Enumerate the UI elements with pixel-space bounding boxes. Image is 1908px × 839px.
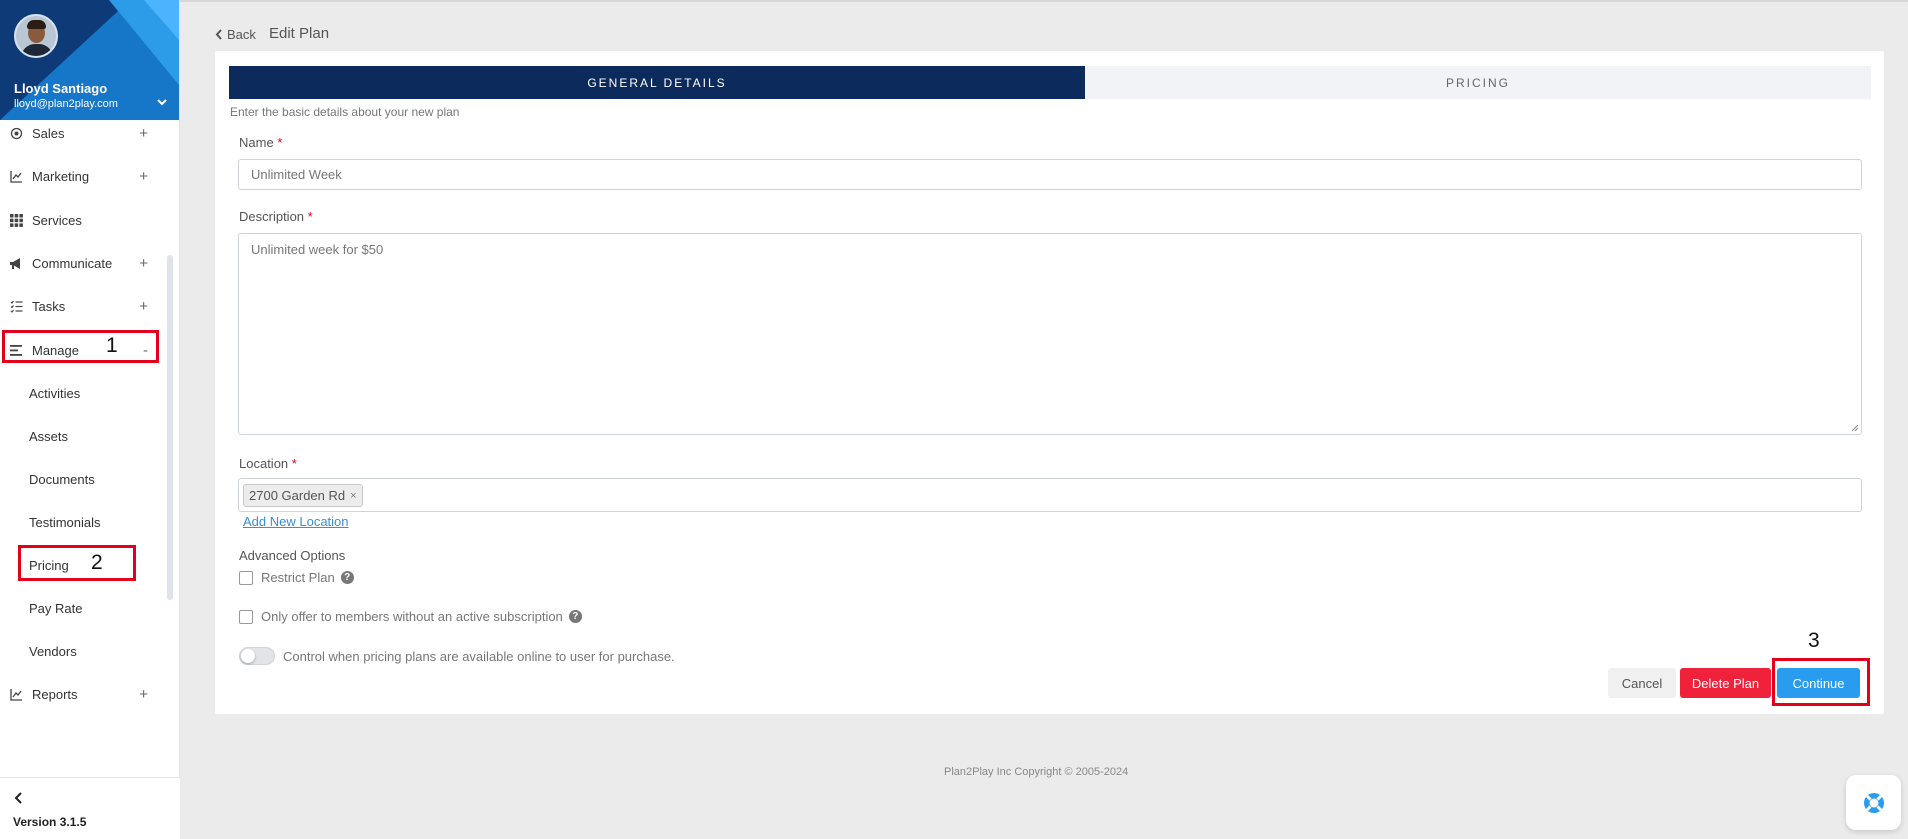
only-offer-row: Only offer to members without an active … xyxy=(239,609,582,624)
control-availability-row: Control when pricing plans are available… xyxy=(239,647,675,665)
help-question-icon[interactable]: ? xyxy=(340,571,354,584)
restrict-plan-label: Restrict Plan xyxy=(261,570,335,585)
location-chip-label: 2700 Garden Rd xyxy=(249,488,346,503)
profile-header[interactable]: Lloyd Santiago lloyd@plan2play.com xyxy=(0,0,179,120)
annotation-box-continue xyxy=(1772,658,1870,706)
help-question-icon[interactable]: ? xyxy=(568,610,582,623)
page-title: Edit Plan xyxy=(269,25,330,42)
tab-general-details[interactable]: GENERAL DETAILS xyxy=(229,66,1085,99)
sidebar-item-label: Reports xyxy=(32,686,78,702)
sidebar: Lloyd Santiago lloyd@plan2play.com Sales… xyxy=(0,0,180,839)
lifebuoy-icon xyxy=(1863,792,1884,813)
sidebar-item-services[interactable]: Services xyxy=(0,205,165,235)
sidebar-footer: Version 3.1.5 xyxy=(0,777,180,839)
availability-toggle[interactable] xyxy=(239,647,275,665)
add-new-location-link[interactable]: Add New Location xyxy=(243,514,349,529)
restrict-plan-checkbox[interactable] xyxy=(239,570,253,585)
expand-icon[interactable]: + xyxy=(139,125,148,142)
copyright-text: Plan2Play Inc Copyright © 2005-2024 xyxy=(944,766,1129,778)
only-offer-checkbox[interactable] xyxy=(239,609,253,624)
chart-line-icon xyxy=(9,169,23,183)
annotation-box-manage xyxy=(2,330,159,363)
annotation-number: 3 xyxy=(1808,629,1820,652)
sidebar-item-label: Communicate xyxy=(32,255,113,271)
expand-icon[interactable]: + xyxy=(139,255,148,272)
annotation-number: 1 xyxy=(106,334,118,357)
version-label: Version 3.1.5 xyxy=(13,815,87,829)
expand-icon[interactable]: + xyxy=(139,298,148,315)
megaphone-icon xyxy=(9,256,23,270)
expand-icon[interactable]: + xyxy=(139,168,148,185)
sidebar-item-communicate[interactable]: Communicate + xyxy=(0,248,165,278)
back-link[interactable]: Back xyxy=(215,27,256,42)
sidebar-item-reports[interactable]: Reports + xyxy=(0,679,165,709)
delete-plan-button[interactable]: Delete Plan xyxy=(1680,668,1771,698)
grid-icon xyxy=(9,213,23,227)
sidebar-subitem-label: Documents xyxy=(29,471,95,487)
location-label: Location * xyxy=(239,456,297,471)
sidebar-item-sales[interactable]: Sales + xyxy=(0,118,165,148)
sidebar-subitem-activities[interactable]: Activities xyxy=(0,378,165,408)
description-value: Unlimited week for $50 xyxy=(251,242,384,257)
sidebar-subitem-label: Assets xyxy=(29,428,69,444)
back-label: Back xyxy=(227,27,256,42)
sidebar-item-label: Sales xyxy=(32,125,65,141)
sidebar-subitem-vendors[interactable]: Vendors xyxy=(0,636,165,666)
chart-line-icon xyxy=(9,687,23,701)
name-field[interactable]: Unlimited Week xyxy=(238,159,1862,190)
sidebar-subitem-label: Testimonials xyxy=(29,514,101,530)
avatar xyxy=(14,14,58,58)
sidebar-subitem-documents[interactable]: Documents xyxy=(0,464,165,494)
sidebar-scrollbar[interactable] xyxy=(167,255,173,600)
chevron-left-icon[interactable] xyxy=(12,791,26,805)
top-divider xyxy=(180,0,1908,2)
help-lifebuoy-button[interactable] xyxy=(1846,775,1901,830)
annotation-number: 2 xyxy=(91,551,103,574)
description-label: Description * xyxy=(239,209,313,224)
control-availability-label: Control when pricing plans are available… xyxy=(283,648,675,664)
annotation-box-pricing xyxy=(18,545,136,581)
sidebar-subitem-assets[interactable]: Assets xyxy=(0,421,165,451)
sidebar-subitem-pay-rate[interactable]: Pay Rate xyxy=(0,593,165,623)
profile-name: Lloyd Santiago xyxy=(14,81,108,96)
remove-chip-icon[interactable]: × xyxy=(350,490,356,502)
task-list-icon xyxy=(9,299,23,313)
expand-icon[interactable]: + xyxy=(139,686,148,703)
location-field[interactable]: 2700 Garden Rd × xyxy=(238,478,1862,512)
sidebar-item-label: Tasks xyxy=(32,298,66,314)
description-field[interactable]: Unlimited week for $50 xyxy=(238,233,1862,435)
form-hint: Enter the basic details about your new p… xyxy=(230,105,460,119)
profile-email: lloyd@plan2play.com xyxy=(14,98,118,110)
tab-pricing[interactable]: PRICING xyxy=(1085,66,1871,99)
sidebar-subitem-testimonials[interactable]: Testimonials xyxy=(0,507,165,537)
sidebar-subitem-label: Vendors xyxy=(29,643,77,659)
chevron-down-icon[interactable] xyxy=(156,96,168,108)
sidebar-item-label: Marketing xyxy=(32,168,90,184)
sidebar-item-tasks[interactable]: Tasks + xyxy=(0,291,165,321)
target-icon xyxy=(9,126,23,140)
chevron-left-icon xyxy=(215,29,222,40)
sidebar-subitem-label: Activities xyxy=(29,385,81,401)
sidebar-subitem-label: Pay Rate xyxy=(29,600,83,616)
location-chip: 2700 Garden Rd × xyxy=(243,484,363,507)
sidebar-item-label: Services xyxy=(32,212,82,228)
edit-plan-card: GENERAL DETAILS PRICING Enter the basic … xyxy=(215,51,1884,714)
only-offer-label: Only offer to members without an active … xyxy=(261,609,563,624)
resize-handle-icon[interactable] xyxy=(1851,424,1859,432)
cancel-button[interactable]: Cancel xyxy=(1608,668,1676,698)
name-label: Name * xyxy=(239,135,283,150)
sidebar-item-marketing[interactable]: Marketing + xyxy=(0,161,165,191)
restrict-plan-row: Restrict Plan ? xyxy=(239,570,354,585)
advanced-options-label: Advanced Options xyxy=(239,548,346,563)
